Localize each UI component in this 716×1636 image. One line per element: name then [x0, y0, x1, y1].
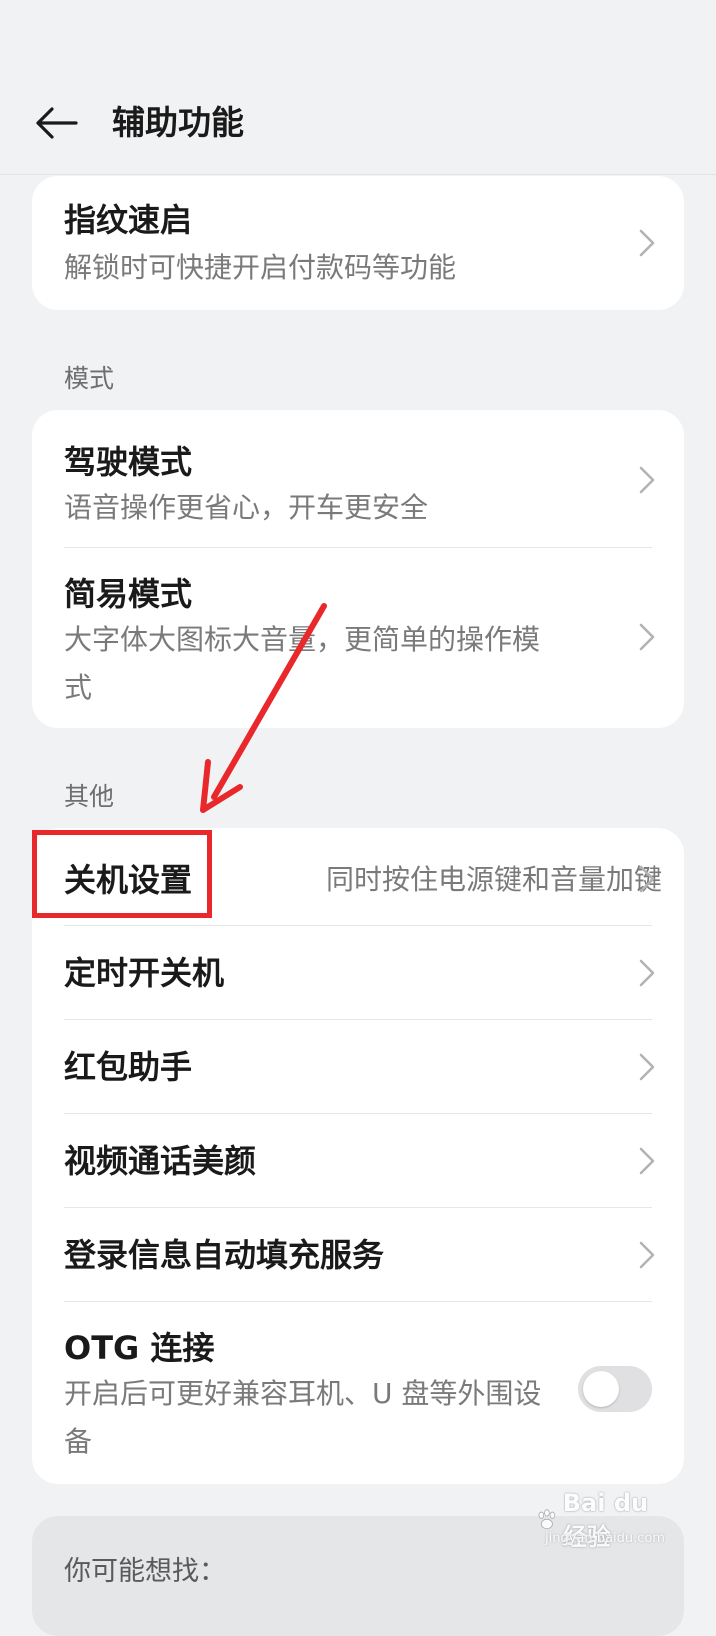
chevron-right-icon [639, 1147, 655, 1175]
row-title: 红包助手 [64, 1048, 193, 1086]
app-bar: 辅助功能 [0, 0, 716, 175]
page-title: 辅助功能 [112, 103, 244, 142]
arrow-left-icon [36, 107, 78, 139]
card-other: 关机设置 同时按住电源键和音量加键 定时开关机 红包助手 视频通话美颜 登录信息… [32, 828, 684, 1484]
chevron-right-icon [639, 1053, 655, 1081]
row-title: 定时开关机 [64, 954, 225, 992]
row-title: 简易模式 [64, 575, 193, 613]
row-red-packet-assistant[interactable]: 红包助手 [32, 1020, 684, 1114]
otg-toggle-switch[interactable] [578, 1366, 652, 1412]
back-button[interactable] [28, 98, 84, 148]
annotation-highlight-box [32, 830, 212, 918]
section-label-other: 其他 [64, 782, 115, 811]
row-driving-mode[interactable]: 驾驶模式 语音操作更省心，开车更安全 [32, 410, 684, 548]
row-subtitle: 大字体大图标大音量，更简单的操作模式 [64, 623, 541, 704]
row-subtitle: 语音操作更省心，开车更安全 [64, 491, 429, 524]
chevron-right-icon [639, 229, 655, 257]
row-otg-connection: OTG 连接 开启后可更好兼容耳机、U 盘等外围设备 [32, 1302, 684, 1484]
card-mode: 驾驶模式 语音操作更省心，开车更安全 简易模式 大字体大图标大音量，更简单的操作… [32, 410, 684, 728]
watermark-url: jingyan.baidu.com [545, 1531, 665, 1546]
chevron-right-icon [639, 623, 655, 651]
row-title: 指纹速启 [64, 201, 193, 239]
suggestion-hint: 你可能想找： [64, 1556, 226, 1587]
row-title: OTG 连接 [64, 1329, 215, 1367]
chevron-right-icon [639, 959, 655, 987]
row-fingerprint-quick-launch[interactable]: 指纹速启 解锁时可快捷开启付款码等功能 [32, 176, 684, 310]
section-label-mode: 模式 [64, 364, 115, 393]
row-video-call-beauty[interactable]: 视频通话美颜 [32, 1114, 684, 1208]
toggle-knob [583, 1371, 619, 1407]
row-subtitle: 解锁时可快捷开启付款码等功能 [64, 251, 457, 284]
card-fingerprint: 指纹速启 解锁时可快捷开启付款码等功能 [32, 176, 684, 310]
row-subtitle: 开启后可更好兼容耳机、U 盘等外围设备 [64, 1377, 542, 1458]
baidu-watermark: Bai du 经验 jingyan.baidu.com [535, 1489, 675, 1551]
row-value: 同时按住电源键和音量加键 [325, 863, 662, 896]
chevron-right-icon [639, 1241, 655, 1269]
row-title: 驾驶模式 [64, 443, 193, 481]
row-title: 视频通话美颜 [64, 1142, 257, 1180]
row-simple-mode[interactable]: 简易模式 大字体大图标大音量，更简单的操作模式 [32, 548, 684, 728]
row-autofill-service[interactable]: 登录信息自动填充服务 [32, 1208, 684, 1302]
chevron-right-icon [639, 466, 655, 494]
row-scheduled-power[interactable]: 定时开关机 [32, 926, 684, 1020]
row-title: 登录信息自动填充服务 [64, 1236, 385, 1274]
chevron-right-icon [639, 865, 655, 893]
